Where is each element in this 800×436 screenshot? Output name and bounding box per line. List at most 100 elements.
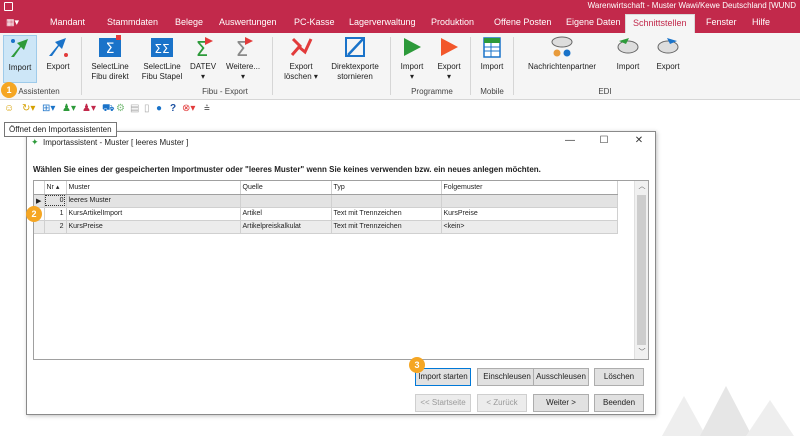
direktexporte-label1: Direktexporte [331,62,379,71]
grid-vertical-scrollbar[interactable]: ︿ ﹀ [634,181,648,359]
cell-nr[interactable]: 2 [44,220,67,234]
cell-folgemuster[interactable] [441,194,618,208]
cell-nr[interactable]: 1 [44,207,67,221]
dialog-titlebar: ✦ Importassistent - Muster [ leeres Must… [27,132,655,154]
einschleusen-button[interactable]: Einschleusen [477,368,537,386]
person-icon[interactable]: ♟▾ [62,103,76,114]
table-row[interactable]: 2 KursPreise Artikelpreiskalkulat Text m… [34,220,618,234]
wizard-icon: ✦ [31,137,39,147]
table-row[interactable]: 1 KursArtikelImport Artikel Text mit Tre… [34,207,618,221]
dialog-instruction: Wählen Sie eines der gespeicherten Impor… [33,165,541,174]
cell-quelle[interactable]: Artikelpreiskalkulat [240,220,332,234]
ausschleusen-button[interactable]: Ausschleusen [533,368,589,386]
direktexporte-stornieren-button[interactable]: Direktexporte stornieren [326,35,384,83]
scroll-thumb[interactable] [637,195,646,345]
partners-icon [550,35,574,59]
selectline-fibu-stapel-label1: SelectLine [143,62,181,71]
assistent-import-label: Import [8,63,32,72]
nachrichtenpartner-button[interactable]: Nachrichtenpartner [519,35,605,83]
minimize-icon[interactable]: — [559,135,581,151]
sigma-double-icon: ΣΣ [150,35,174,59]
loeschen-button[interactable]: Löschen [594,368,644,386]
zurueck-button[interactable]: < Zurück [477,394,527,412]
scroll-down-icon[interactable]: ﹀ [635,347,649,359]
menu-auswertungen[interactable]: Auswertungen [219,17,277,27]
header-folgemuster[interactable]: Folgemuster [441,181,618,195]
header-muster[interactable]: Muster [66,181,241,195]
menu-fenster[interactable]: Fenster [706,17,737,27]
weitere-label: Weitere... [225,62,261,71]
menu-grid-icon[interactable]: ▦▾ [6,17,26,29]
programme-import-button[interactable]: Import ▾ [396,35,428,83]
import-starten-button[interactable]: Import starten [415,368,471,386]
car-icon[interactable]: ⛟ [102,103,115,116]
cell-quelle[interactable]: Artikel [240,207,332,221]
header-nr[interactable]: Nr ▴ [44,181,67,195]
cell-typ[interactable] [331,194,442,208]
table-row[interactable]: ▶ 0 leeres Muster [34,194,618,208]
play-green-icon [400,35,424,59]
menu-mandant[interactable]: Mandant [50,17,85,27]
storno-icon [343,35,367,59]
menu-pc-kasse[interactable]: PC-Kasse [294,17,335,27]
datev-button[interactable]: Σ DATEV ▾ [189,35,217,83]
programme-export-label: Export [437,62,461,71]
dialog-title: Importassistent - Muster [ leeres Muster… [43,138,189,147]
menu-offene-posten[interactable]: Offene Posten [494,17,551,27]
menu-hilfe[interactable]: Hilfe [752,17,770,27]
edi-import-button[interactable]: Import [611,35,645,83]
globe-icon[interactable]: ● [156,103,162,114]
cell-muster[interactable]: leeres Muster [66,194,241,208]
header-typ[interactable]: Typ [331,181,442,195]
export-loeschen-button[interactable]: Export löschen ▾ [282,35,320,83]
cell-folgemuster[interactable]: <kein> [441,220,618,234]
close-icon[interactable]: ✕ [628,135,650,151]
programme-export-button[interactable]: Export ▾ [433,35,465,83]
direktexporte-label2: stornieren [337,72,373,81]
qat-customize-icon[interactable]: ⩮ [204,103,210,114]
grid-icon[interactable]: ▤ [130,103,139,114]
datev-label: DATEV [189,62,217,71]
menu-produktion[interactable]: Produktion [431,17,474,27]
beenden-button[interactable]: Beenden [594,394,644,412]
cell-nr[interactable]: 0 [44,194,67,208]
smiley-icon[interactable]: ☺ [4,103,14,114]
assistent-export-button[interactable]: Export [41,35,75,83]
selectline-fibu-direkt-button[interactable]: Σ SelectLine Fibu direkt [86,35,134,83]
header-quelle[interactable]: Quelle [240,181,332,195]
menu-stammdaten[interactable]: Stammdaten [107,17,158,27]
selectline-fibu-stapel-button[interactable]: ΣΣ SelectLine Fibu Stapel [138,35,186,83]
menu-belege[interactable]: Belege [175,17,203,27]
close-red-icon[interactable]: ⊗▾ [182,103,195,114]
header-nr-label: Nr [46,184,54,192]
assistent-import-button[interactable]: Import [3,35,37,83]
mobile-import-button[interactable]: Import [476,35,508,83]
person-red-icon[interactable]: ♟▾ [82,103,96,114]
svg-text:ΣΣ: ΣΣ [154,42,169,56]
scroll-up-icon[interactable]: ︿ [635,181,649,193]
selectline-fibu-direkt-label2: Fibu direkt [91,72,129,81]
gear-icon[interactable]: ⚙ [116,103,125,114]
hierarchy-icon[interactable]: ⊞▾ [42,103,55,114]
cell-typ[interactable]: Text mit Trennzeichen [331,207,442,221]
help-icon[interactable]: ? [170,103,176,114]
weitere-button[interactable]: Σ Weitere... ▾ [223,35,263,83]
cell-quelle[interactable] [240,194,332,208]
cell-muster[interactable]: KursPreise [66,220,241,234]
edi-export-button[interactable]: Export [651,35,685,83]
cell-muster[interactable]: KursArtikelImport [66,207,241,221]
menu-schnittstellen[interactable]: Schnittstellen [625,14,695,33]
menu-lagerverwaltung[interactable]: Lagerverwaltung [349,17,416,27]
export-delete-icon [289,35,313,59]
weiter-button[interactable]: Weiter > [533,394,589,412]
title-bar: Warenwirtschaft - Muster Wawi/Kewe Deuts… [0,0,800,13]
cell-typ[interactable]: Text mit Trennzeichen [331,220,442,234]
step-badge-2: 2 [26,206,42,222]
watermark-logo [662,386,794,436]
cell-folgemuster[interactable]: KursPreise [441,207,618,221]
document-icon[interactable]: ▯ [144,103,150,114]
menu-eigene-daten[interactable]: Eigene Daten [566,17,621,27]
startseite-button[interactable]: << Startseite [415,394,471,412]
maximize-icon[interactable]: ☐ [593,135,615,151]
refresh-icon[interactable]: ↻▾ [22,103,35,114]
